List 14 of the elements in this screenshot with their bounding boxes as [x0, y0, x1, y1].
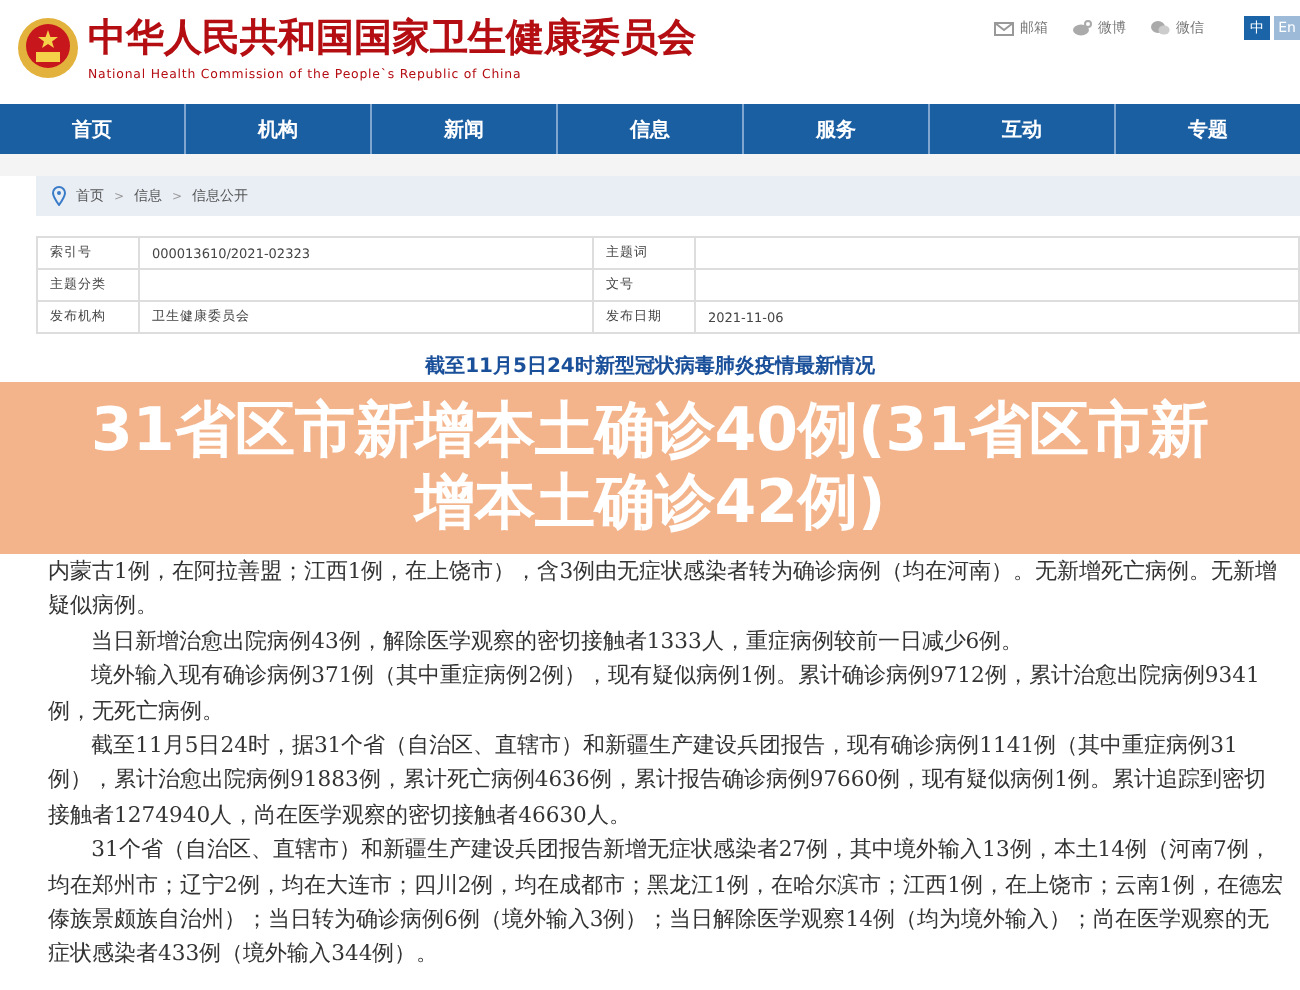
site-title: 中华人民共和国国家卫生健康委员会: [88, 14, 696, 64]
article-paragraph: 境外输入现有确诊病例371例（其中重症病例2例），现有疑似病例1例。累计确诊病例9712例，累计治愈出院病例9341例，无死亡病例。: [48, 660, 1262, 728]
article-paragraph: 截至11月5日24时，据31个省（自治区、直辖市）和新疆生产建设兵团报告，现有确诊病例1141例（其中重症病例31例），累计治愈出院病例91883例，累计死亡病例4636例，累计报告确诊病例97660例，现有疑似病例1例。累计追踪到密切接触者1274940人，尚在医学观察的密切接触者46630人。: [48, 730, 1269, 832]
article-paragraph: 31个省（自治区、直辖市）和新疆生产建设兵团报告新增无症状感染者27例，其中境外输入13例，本土14例（河南7例，均在郑州市；辽宁2例，均在大连市；四川2例，均在成都市；黑龙江1例，在哈尔滨市；江西1例，在上饶市；云南1例，在德宏傣族景颇族自治州）；当日转为确诊病例6例（境外输入3例）；当日解除医学观察14例（均为境外输入）；尚在医学观察的无症状感染者433例（境外输入344例）。: [48, 834, 1284, 971]
mail-icon: [994, 21, 1014, 35]
weibo-icon: [1072, 20, 1092, 36]
article-paragraph: 内蒙古1例，在阿拉善盟；江西1例，在上饶市），含3例由无症状感染者转为确诊病例（均在河南）。无新增死亡病例。无新增疑似病例。: [48, 556, 1280, 623]
headline-banner: 31省区市新增本土确诊40例(31省区市新增本土确诊42例): [0, 382, 1300, 554]
article-paragraph: 当日新增治愈出院病例43例，解除医学观察的密切接触者1333人，重症病例较前一日减少6例。: [89, 625, 1026, 658]
nav-item[interactable]: 首页: [0, 104, 184, 154]
location-pin-icon: [52, 186, 66, 206]
chat-bubbles-icon: [1150, 20, 1170, 36]
national-emblem-icon: [16, 15, 80, 79]
article-title: 截至11月5日24时新型冠状病毒肺炎疫情最新情况: [423, 352, 877, 378]
